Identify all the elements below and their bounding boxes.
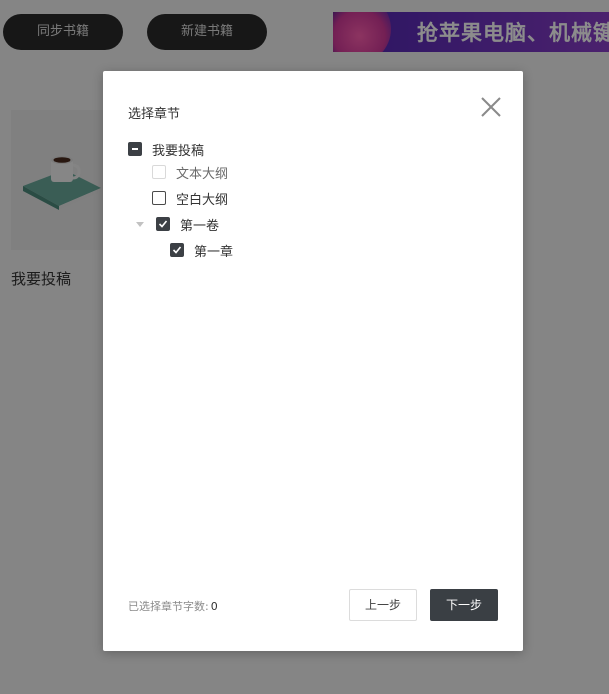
checkbox-icon[interactable]	[152, 191, 166, 205]
next-step-button[interactable]: 下一步	[430, 589, 498, 621]
tree-node-outline-empty[interactable]: 空白大纲	[152, 188, 228, 208]
checkbox-indeterminate-icon[interactable]	[128, 142, 142, 156]
word-count-value: 0	[210, 600, 218, 613]
checkbox-checked-icon[interactable]	[156, 217, 170, 231]
tree-node-label: 第一章	[194, 244, 234, 260]
selected-word-count: 已选择章节字数: 0	[128, 598, 218, 614]
tree-node-volume[interactable]: 第一卷	[136, 214, 219, 234]
close-icon	[481, 97, 501, 117]
tree-node-label: 我要投稿	[152, 143, 205, 159]
select-chapter-dialog: 选择章节 我要投稿 文本大纲 空白大纲 第一卷 第一章 已选择章节字数: 0 上…	[103, 71, 523, 651]
tree-node-label: 第一卷	[180, 218, 220, 234]
tree-node-chapter[interactable]: 第一章	[170, 240, 233, 260]
tree-node-root[interactable]: 我要投稿	[128, 139, 204, 159]
checkbox-checked-icon[interactable]	[170, 243, 184, 257]
close-button[interactable]	[479, 95, 503, 119]
tree-node-outline-text: 文本大纲	[152, 162, 228, 182]
word-count-label: 已选择章节字数:	[128, 600, 209, 613]
expand-caret-icon[interactable]	[136, 221, 144, 227]
previous-step-button[interactable]: 上一步	[349, 589, 417, 621]
dialog-title: 选择章节	[128, 107, 181, 122]
checkbox-disabled-icon	[152, 165, 166, 179]
tree-node-label: 文本大纲	[176, 166, 229, 182]
tree-node-label: 空白大纲	[176, 192, 229, 208]
